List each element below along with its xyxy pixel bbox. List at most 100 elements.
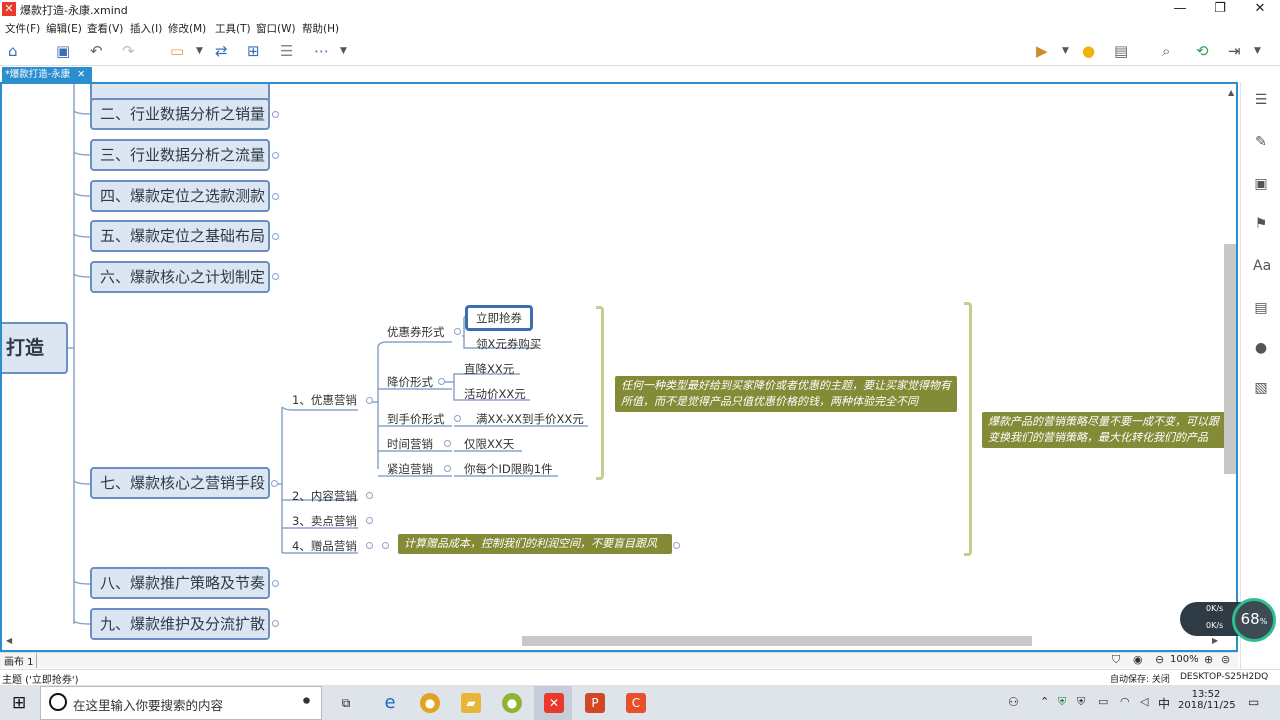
expand-icon[interactable] bbox=[673, 542, 680, 549]
discount-summary-note[interactable]: 任何一种类型最好给到买家降价或者优惠的主题，要让买家觉得物有所值，而不是觉得产品… bbox=[615, 376, 957, 412]
chevron-up-icon[interactable]: ⌃ bbox=[1040, 695, 1049, 708]
filter-icon[interactable]: ⛉ bbox=[1112, 653, 1120, 667]
topic-maintenance[interactable]: 九、爆款维护及分流扩散 bbox=[90, 608, 270, 640]
share-icon[interactable]: ⟲ bbox=[1196, 42, 1209, 60]
fit-icon[interactable]: ⊜ bbox=[1221, 653, 1230, 666]
battery-icon[interactable]: ▭ bbox=[1098, 695, 1108, 708]
eye-icon[interactable]: ◉ bbox=[1133, 653, 1143, 666]
leaf-time-limit[interactable]: 仅限XX天 bbox=[464, 436, 514, 452]
expand-icon[interactable] bbox=[382, 542, 389, 549]
close-icon[interactable]: ✕ bbox=[77, 69, 85, 80]
edge-browser-icon[interactable]: e bbox=[380, 693, 400, 713]
menu-help[interactable]: 帮助(H) bbox=[302, 21, 339, 36]
topic-promotion[interactable]: 八、爆款推广策略及节奏 bbox=[90, 567, 270, 599]
expand-icon[interactable] bbox=[366, 517, 373, 524]
export-icon[interactable]: ⇥ bbox=[1228, 42, 1241, 60]
outline-icon[interactable]: ▤ bbox=[1114, 42, 1128, 60]
zoom-in-icon[interactable]: ⊕ bbox=[1204, 653, 1213, 666]
topic-basic-layout[interactable]: 五、爆款定位之基础布局 bbox=[90, 220, 270, 252]
vertical-scrollbar[interactable] bbox=[1224, 244, 1236, 474]
leaf-event-price[interactable]: 活动价XX元 bbox=[464, 386, 526, 402]
mindmap-canvas[interactable]: 二、行业数据分析之销量 三、行业数据分析之流量 四、爆款定位之选款测款 五、爆款… bbox=[0, 82, 1238, 652]
boundary-icon[interactable]: ⊞ bbox=[247, 42, 260, 60]
topic-industry-sales[interactable]: 二、行业数据分析之销量 bbox=[90, 98, 270, 130]
task-view-icon[interactable]: ⧉ bbox=[336, 693, 356, 713]
chrome-browser-icon[interactable]: ● bbox=[420, 693, 440, 713]
branch-discount[interactable]: 1、优惠营销 bbox=[292, 392, 357, 408]
tab-document[interactable]: *爆款打造-永康 ✕ bbox=[2, 67, 92, 82]
group-final-price[interactable]: 到手价形式 bbox=[387, 411, 445, 427]
idea-bulb-icon[interactable]: ● bbox=[1082, 42, 1095, 60]
branch-content[interactable]: 2、内容营销 bbox=[292, 488, 357, 504]
presentation-icon[interactable]: ▶ bbox=[1036, 42, 1048, 60]
horizontal-scrollbar[interactable] bbox=[522, 636, 1032, 646]
chevron-down-icon[interactable]: ▼ bbox=[1254, 42, 1261, 60]
image-icon[interactable]: ▣ bbox=[1253, 176, 1269, 192]
topic-icon[interactable]: ▭ bbox=[170, 42, 184, 60]
save-icon[interactable]: ▣ bbox=[56, 42, 70, 60]
expand-icon[interactable] bbox=[272, 233, 279, 240]
collapse-icon[interactable] bbox=[444, 440, 451, 447]
menu-modify[interactable]: 修改(M) bbox=[168, 21, 206, 36]
close-button[interactable]: ✕ bbox=[1240, 0, 1280, 20]
expand-icon[interactable] bbox=[272, 620, 279, 627]
leaf-final-price[interactable]: 满XX-XX到手价XX元 bbox=[476, 411, 584, 427]
expand-icon[interactable] bbox=[272, 111, 279, 118]
task-icon[interactable]: ▧ bbox=[1253, 380, 1269, 396]
minimize-button[interactable]: — bbox=[1160, 0, 1200, 20]
zoom-out-icon[interactable]: ⊖ bbox=[1155, 653, 1164, 666]
scroll-left-icon[interactable]: ◀ bbox=[6, 636, 12, 645]
menu-insert[interactable]: 插入(I) bbox=[130, 21, 162, 36]
notes-icon[interactable]: ▤ bbox=[1253, 300, 1269, 316]
group-time[interactable]: 时间营销 bbox=[387, 436, 433, 452]
format-brush-icon[interactable]: ✎ bbox=[1253, 134, 1269, 150]
volume-icon[interactable]: ◁ bbox=[1140, 695, 1148, 708]
ime-indicator[interactable]: 中 bbox=[1158, 695, 1170, 712]
chevron-down-icon[interactable]: ▼ bbox=[196, 42, 203, 60]
expand-icon[interactable] bbox=[272, 193, 279, 200]
microphone-icon[interactable]: ⏺ bbox=[303, 693, 310, 709]
collapse-icon[interactable] bbox=[271, 480, 278, 487]
collapse-icon[interactable] bbox=[444, 465, 451, 472]
shield-icon[interactable]: ⛨ bbox=[1058, 695, 1066, 709]
gift-note[interactable]: 计算赠品成本，控制我们的利润空间，不要盲目跟风 bbox=[398, 534, 672, 554]
more-icon[interactable]: ⋯ bbox=[314, 42, 329, 60]
network-monitor-widget[interactable]: 0K/s 0K/s 68% bbox=[1180, 598, 1280, 642]
summary-icon[interactable]: ☰ bbox=[280, 42, 293, 60]
collapse-icon[interactable] bbox=[454, 328, 461, 335]
collapse-icon[interactable] bbox=[366, 542, 373, 549]
sheet-tab[interactable]: 画布 1 bbox=[4, 653, 34, 668]
people-icon[interactable]: ⚇ bbox=[1008, 695, 1019, 709]
main-summary-note[interactable]: 爆款产品的营销策略尽量不要一成不变，可以跟变换我们的营销策略，最大化转化我们的产… bbox=[982, 412, 1227, 448]
expand-icon[interactable] bbox=[272, 273, 279, 280]
menu-tools[interactable]: 工具(T) bbox=[215, 21, 251, 36]
undo-icon[interactable]: ↶ bbox=[90, 42, 103, 60]
scroll-up-icon[interactable]: ▲ bbox=[1228, 88, 1234, 97]
wifi-icon[interactable]: ◠ bbox=[1120, 695, 1130, 708]
app-icon[interactable]: ● bbox=[502, 693, 522, 713]
branch-selling-point[interactable]: 3、卖点营销 bbox=[292, 513, 357, 529]
group-urgency[interactable]: 紧迫营销 bbox=[387, 461, 433, 477]
outline-view-icon[interactable]: ☰ bbox=[1253, 92, 1269, 108]
app-icon[interactable]: C bbox=[626, 693, 646, 713]
font-icon[interactable]: Aa bbox=[1253, 258, 1271, 274]
topic-plan[interactable]: 六、爆款核心之计划制定 bbox=[90, 261, 270, 293]
clock[interactable]: 13:52 2018/11/25 bbox=[1178, 689, 1236, 711]
relationship-icon[interactable]: ⇄ bbox=[215, 42, 228, 60]
leaf-coupon-selected[interactable]: 立即抢券 bbox=[465, 305, 533, 331]
menu-window[interactable]: 窗口(W) bbox=[256, 21, 296, 36]
windows-start-icon[interactable]: ⊞ bbox=[12, 693, 26, 713]
comment-icon[interactable]: ● bbox=[1253, 340, 1269, 356]
root-topic[interactable]: 打造 bbox=[2, 322, 68, 374]
leaf-coupon-buy[interactable]: 领X元券购买 bbox=[476, 336, 541, 352]
leaf-price-cut[interactable]: 直降XX元 bbox=[464, 361, 514, 377]
topic-product-selection[interactable]: 四、爆款定位之选款测款 bbox=[90, 180, 270, 212]
taskbar-search[interactable]: 在这里输入你要搜索的内容 ⏺ bbox=[40, 686, 322, 720]
topic-marketing[interactable]: 七、爆款核心之营销手段 bbox=[90, 467, 270, 499]
topic-industry-traffic[interactable]: 三、行业数据分析之流量 bbox=[90, 139, 270, 171]
menu-view[interactable]: 查看(V) bbox=[87, 21, 123, 36]
branch-gift[interactable]: 4、赠品营销 bbox=[292, 538, 357, 554]
notification-icon[interactable]: ▭ bbox=[1248, 695, 1259, 709]
redo-icon[interactable]: ↷ bbox=[122, 42, 135, 60]
maximize-button[interactable]: ❐ bbox=[1200, 0, 1240, 20]
